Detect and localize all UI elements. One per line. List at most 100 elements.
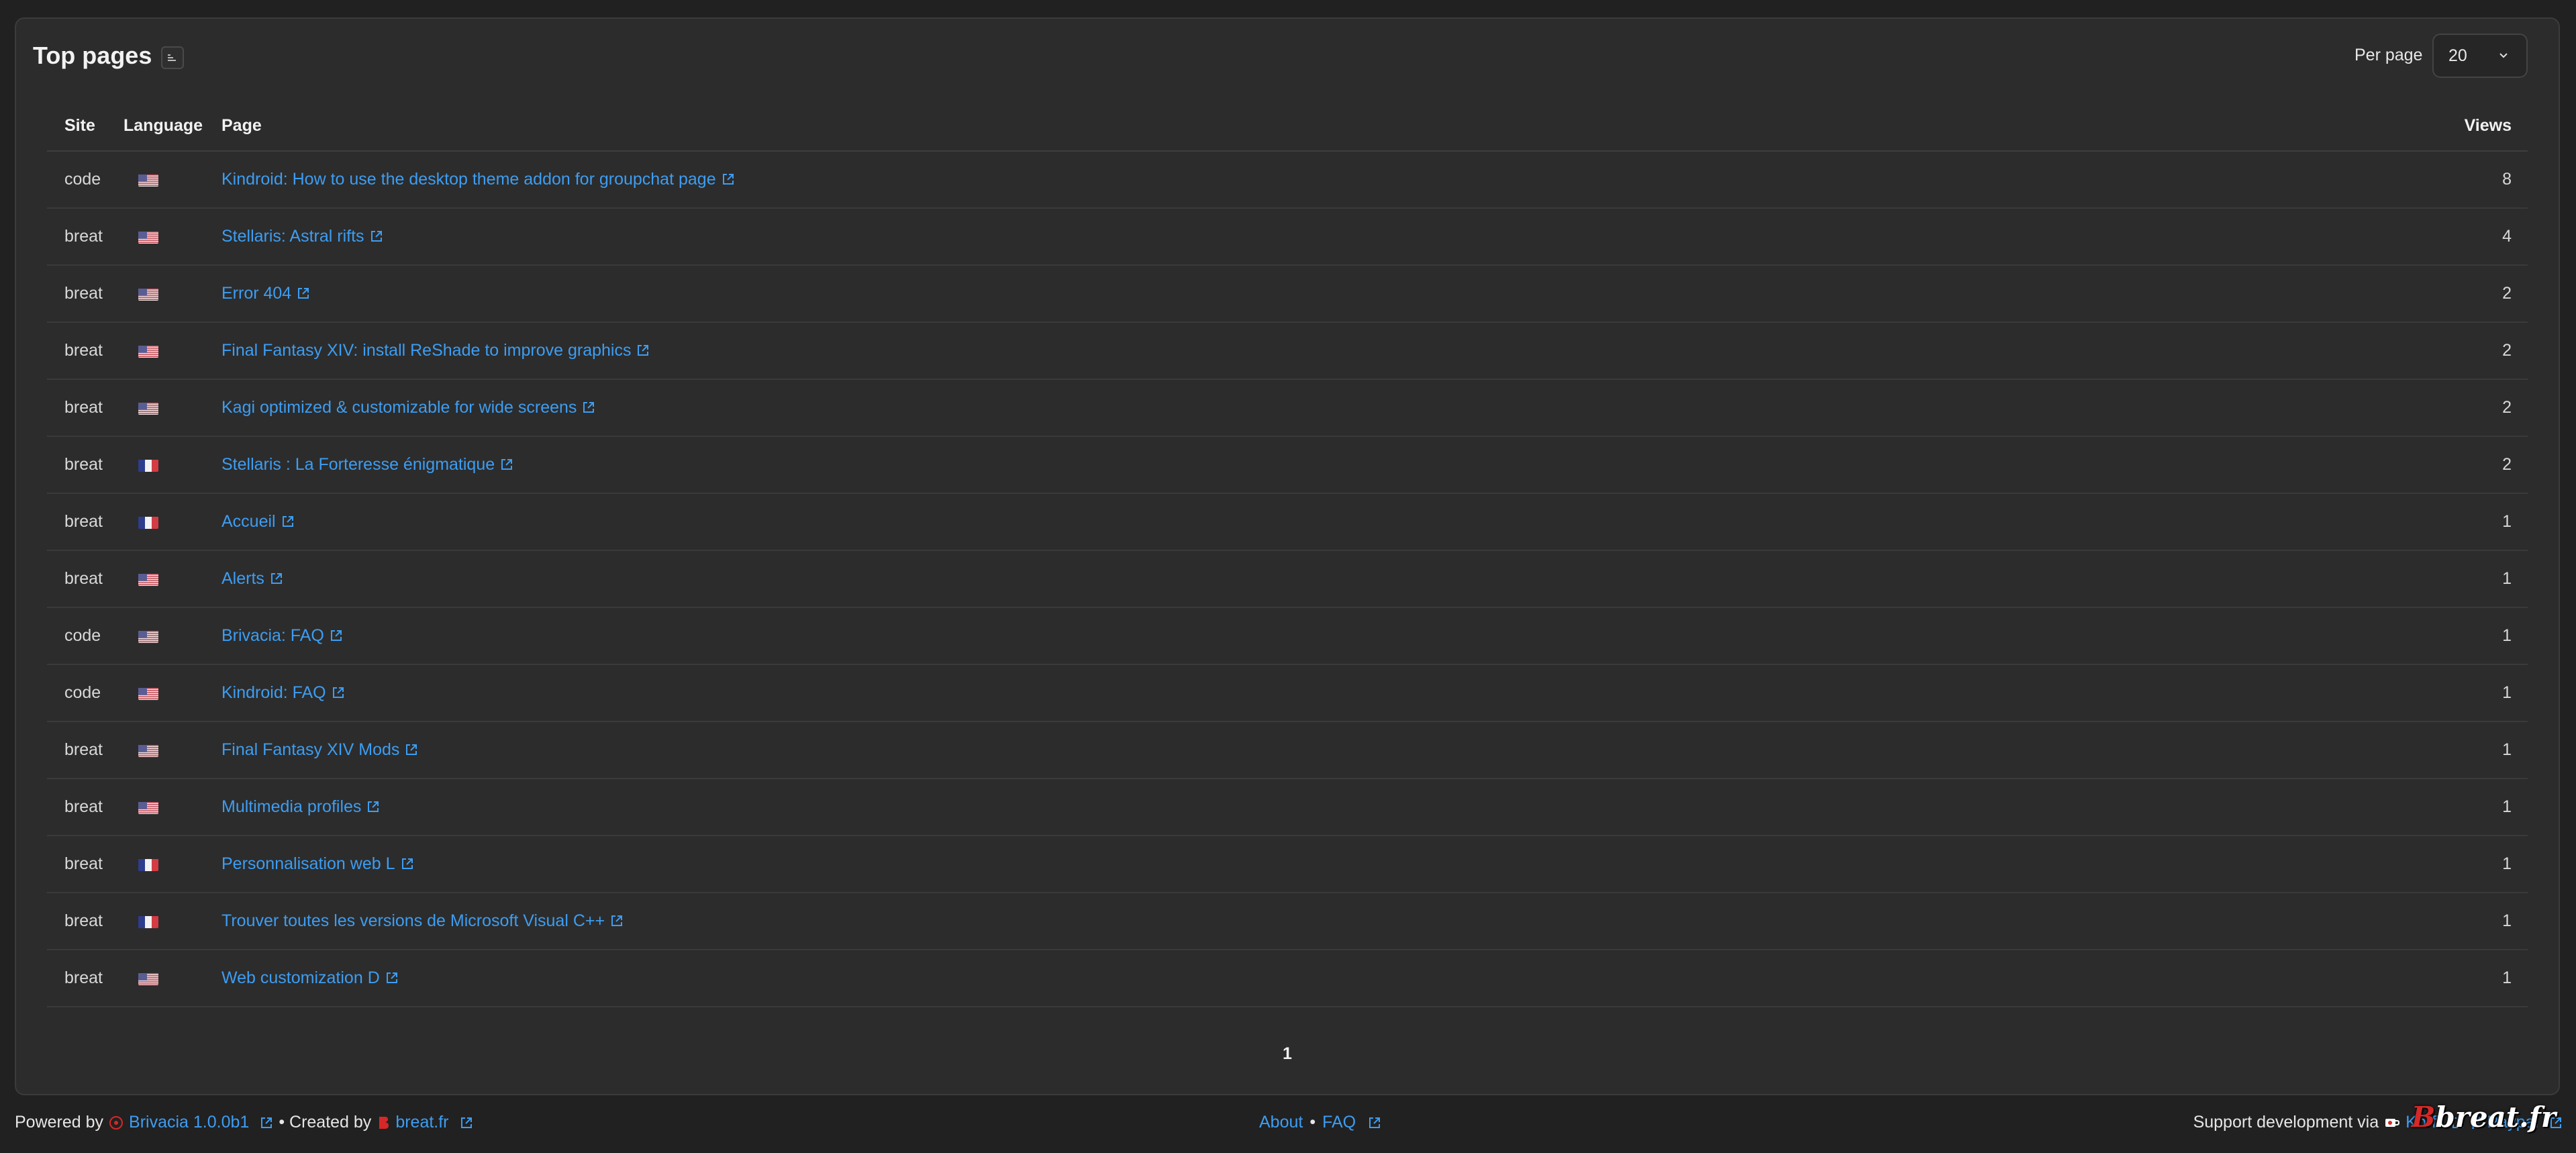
column-header-page[interactable]: Page (221, 101, 2427, 152)
table-row: breat Error 404 2 (47, 265, 2528, 323)
column-header-views[interactable]: Views (2427, 101, 2528, 152)
table-row: breat Stellaris : La Forteresse énigmatiq… (47, 436, 2528, 494)
cell-site: breat (47, 208, 117, 266)
cell-page: Accueil (221, 493, 2427, 551)
cell-views: 1 (2427, 607, 2528, 665)
cell-language (117, 379, 221, 437)
breat-watermark-logo: Bbreat.fr (2412, 1101, 2556, 1134)
brivacia-link[interactable]: Brivacia 1.0.0b1 (129, 1113, 249, 1132)
page-link[interactable]: Kindroid: FAQ (221, 683, 345, 702)
page-link[interactable]: Multimedia profiles (221, 797, 380, 816)
external-link-icon (370, 231, 382, 242)
cell-views: 2 (2427, 379, 2528, 437)
footer-credits: Powered by Brivacia 1.0.0b1 • Created by… (15, 1113, 473, 1132)
page-link[interactable]: Personnalisation web L (221, 854, 414, 873)
table-row: breat Multimedia profiles 1 (47, 779, 2528, 836)
cell-page: Trouver toutes les versions de Microsoft… (221, 893, 2427, 950)
breat-link[interactable]: breat.fr (395, 1113, 448, 1132)
page-link-label: Personnalisation web L (221, 854, 395, 873)
page-link[interactable]: Final Fantasy XIV: install ReShade to im… (221, 341, 650, 360)
table-row: breat Final Fantasy XIV Mods 1 (47, 721, 2528, 779)
cell-language (117, 322, 221, 380)
table-row: breat Final Fantasy XIV: install ReShade … (47, 322, 2528, 380)
created-by-text: • Created by (279, 1113, 372, 1132)
per-page-label: Per page (2355, 46, 2423, 64)
table-row: code Kindroid: FAQ 1 (47, 664, 2528, 722)
page-link-label: Brivacia: FAQ (221, 626, 324, 645)
page-link[interactable]: Stellaris : La Forteresse énigmatique (221, 455, 513, 474)
page-link-label: Stellaris: Astral rifts (221, 227, 364, 246)
card-header: Top pages (33, 42, 185, 70)
page-link[interactable]: Stellaris: Astral rifts (221, 227, 383, 246)
external-link-icon (501, 459, 513, 470)
cell-site: code (47, 151, 117, 209)
page-link-label: Alerts (221, 569, 264, 588)
page-link[interactable]: Final Fantasy XIV Mods (221, 740, 418, 759)
cell-language (117, 721, 221, 779)
faq-link[interactable]: FAQ (1322, 1113, 1356, 1132)
page-link[interactable]: Kindroid: How to use the desktop theme a… (221, 170, 735, 189)
page-link[interactable]: Kagi optimized & customizable for wide s… (221, 398, 595, 417)
external-link-icon (368, 801, 379, 812)
cell-views: 1 (2427, 779, 2528, 836)
flag-usa-icon (138, 173, 158, 187)
external-link-icon (298, 288, 309, 299)
cell-site: breat (47, 265, 117, 323)
cell-page: Personnalisation web L (221, 836, 2427, 893)
cell-site: breat (47, 322, 117, 380)
page-link-label: Web customization D (221, 968, 380, 987)
page-link[interactable]: Brivacia: FAQ (221, 626, 343, 645)
cell-site: breat (47, 836, 117, 893)
page-link-label: Accueil (221, 512, 276, 531)
external-link-icon (261, 1117, 273, 1128)
table-row: breat Accueil 1 (47, 493, 2528, 551)
cell-views: 1 (2427, 950, 2528, 1007)
page-link[interactable]: Web customization D (221, 968, 399, 987)
flag-usa-icon (138, 230, 158, 244)
column-header-site[interactable]: Site (47, 101, 117, 152)
cell-site: breat (47, 379, 117, 437)
watermark-text: breat.fr (2435, 1101, 2556, 1134)
flag-france-icon (138, 458, 158, 472)
flag-usa-icon (138, 572, 158, 587)
external-link-icon (638, 345, 649, 356)
footer: Powered by Brivacia 1.0.0b1 • Created by… (0, 1113, 2576, 1140)
cell-site: breat (47, 721, 117, 779)
cell-language (117, 779, 221, 836)
page-link[interactable]: Trouver toutes les versions de Microsoft… (221, 911, 624, 930)
page-link-label: Trouver toutes les versions de Microsoft… (221, 911, 605, 930)
cell-views: 2 (2427, 322, 2528, 380)
cell-page: Multimedia profiles (221, 779, 2427, 836)
per-page-select[interactable]: 20 (2432, 34, 2528, 78)
table-row: breat Stellaris: Astral rifts 4 (47, 208, 2528, 266)
flag-france-icon (138, 858, 158, 872)
pagination-current-page[interactable]: 1 (1275, 1044, 1299, 1064)
cell-page: Kindroid: How to use the desktop theme a… (221, 151, 2427, 209)
flag-usa-icon (138, 744, 158, 758)
flag-france-icon (138, 515, 158, 530)
external-link-icon (460, 1117, 472, 1128)
cell-language (117, 664, 221, 722)
cell-views: 1 (2427, 836, 2528, 893)
cell-language (117, 607, 221, 665)
external-link-icon (332, 687, 344, 698)
page-link-label: Error 404 (221, 284, 292, 303)
cell-site: code (47, 664, 117, 722)
cell-site: code (47, 607, 117, 665)
flag-usa-icon (138, 972, 158, 986)
external-link-icon (330, 630, 342, 641)
external-link-icon (282, 516, 293, 527)
table-row: breat Personnalisation web L 1 (47, 836, 2528, 893)
brivacia-logo-icon (109, 1115, 123, 1130)
about-link[interactable]: About (1259, 1113, 1303, 1132)
cell-site: breat (47, 493, 117, 551)
page-link[interactable]: Accueil (221, 512, 295, 531)
page-link[interactable]: Alerts (221, 569, 283, 588)
sort-toggle-button[interactable] (161, 46, 185, 69)
page-link[interactable]: Error 404 (221, 284, 310, 303)
page-link-label: Final Fantasy XIV Mods (221, 740, 400, 759)
cell-language (117, 836, 221, 893)
cell-views: 8 (2427, 151, 2528, 209)
external-link-icon (722, 174, 734, 185)
column-header-language[interactable]: Language (117, 101, 221, 152)
